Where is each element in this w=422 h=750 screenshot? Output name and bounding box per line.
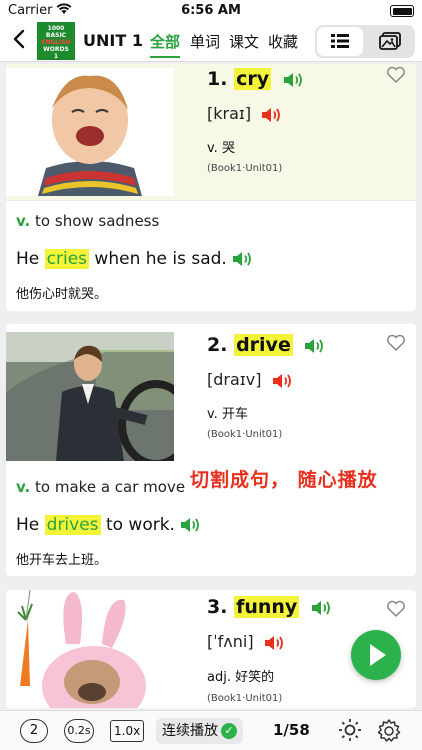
view-mode-switch: [315, 25, 415, 58]
settings-gear-icon[interactable]: [376, 718, 402, 750]
phonetic: [ˈfʌni]: [207, 632, 254, 651]
word-number: 2.: [207, 334, 228, 356]
book-reference: (Book1·Unit01): [207, 693, 283, 704]
logo-text-4: WORDS: [43, 46, 69, 53]
bottom-toolbar: 2 0.2s 1.0x 连续播放 ✓ 1/58: [0, 710, 422, 750]
speaker-icon[interactable]: [282, 71, 304, 89]
speaker-icon[interactable]: [271, 372, 293, 390]
headword: cry: [234, 68, 272, 90]
example-sentence[interactable]: He drives to work.: [16, 515, 201, 535]
nav-bar: 1000 BASIC ENGLISH WORDS 1 UNIT 1 全部 单词 …: [0, 22, 422, 62]
word-card[interactable]: 2. drive [draɪv] v. 开车 (Book1·Unit01) v.…: [6, 324, 416, 576]
sentence-part: when he is sad.: [89, 249, 227, 269]
speaker-icon[interactable]: [231, 250, 253, 268]
continuous-play-label: 连续播放: [162, 723, 218, 739]
checkmark-icon: ✓: [221, 723, 237, 739]
tab-favorites[interactable]: 收藏: [268, 31, 298, 52]
list-view-icon[interactable]: [317, 27, 363, 56]
definition-text: to make a car move: [35, 478, 186, 496]
dog-in-bunny-costume-image: [6, 590, 166, 708]
tab-texts[interactable]: 课文: [229, 31, 259, 52]
status-time: 6:56 AM: [181, 3, 241, 18]
speaker-icon[interactable]: [179, 516, 201, 534]
headword: drive: [234, 334, 293, 356]
headword: funny: [234, 596, 300, 618]
interval-button[interactable]: 0.2s: [64, 719, 94, 743]
status-bar: Carrier 6:56 AM: [0, 0, 422, 22]
continuous-play-toggle[interactable]: 连续播放 ✓: [156, 718, 243, 744]
tab-words[interactable]: 单词: [190, 31, 220, 52]
book-logo: 1000 BASIC ENGLISH WORDS 1: [37, 22, 75, 60]
part-of-speech-cn: v. 开车: [207, 407, 248, 422]
phonetic-line: [kraɪ]: [207, 104, 282, 124]
definition-pos: v.: [16, 478, 31, 496]
logo-text-3: ENGLISH: [41, 39, 71, 46]
example-sentence[interactable]: He cries when he is sad.: [16, 249, 253, 269]
sentence-translation: 他伤心时就哭。: [16, 287, 108, 302]
speaker-icon[interactable]: [260, 106, 282, 124]
definition-text: to show sadness: [35, 212, 160, 230]
phonetic: [kraɪ]: [207, 104, 252, 123]
logo-text-2: BASIC: [45, 32, 67, 39]
sentence-translation: 他开车去上班。: [16, 553, 108, 568]
speaker-icon[interactable]: [263, 634, 285, 652]
sentence-keyword: cries: [44, 249, 90, 269]
heart-icon[interactable]: [386, 600, 406, 618]
image-view-icon[interactable]: [367, 27, 413, 56]
sentence-part: He: [16, 249, 45, 269]
heart-icon[interactable]: [386, 66, 406, 84]
speaker-icon[interactable]: [303, 337, 325, 355]
crying-child-image: [6, 68, 174, 196]
word-title: 3. funny: [207, 596, 332, 618]
definition: v. to show sadness: [16, 212, 159, 230]
logo-text-5: 1: [53, 53, 59, 60]
word-card[interactable]: 1. cry [kraɪ] v. 哭 (Book1·Unit01) v. to …: [6, 64, 416, 311]
interval-value: 0.2s: [67, 724, 91, 737]
word-title: 2. drive: [207, 334, 325, 356]
play-button[interactable]: [351, 630, 401, 680]
phonetic-line: [ˈfʌni]: [207, 632, 285, 652]
heart-icon[interactable]: [386, 334, 406, 352]
battery-icon: [390, 5, 414, 17]
definition-pos: v.: [16, 212, 31, 230]
tab-all[interactable]: 全部: [150, 31, 181, 58]
repeat-count-button[interactable]: 2: [20, 719, 48, 743]
definition: v. to make a car move: [16, 478, 185, 496]
book-reference: (Book1·Unit01): [207, 163, 283, 174]
part-of-speech-cn: adj. 好笑的: [207, 670, 275, 685]
sentence-keyword: drives: [44, 515, 101, 535]
book-reference: (Book1·Unit01): [207, 429, 283, 440]
word-number: 1.: [207, 68, 228, 90]
speaker-icon[interactable]: [310, 599, 332, 617]
part-of-speech-cn: v. 哭: [207, 141, 235, 156]
phonetic: [draɪv]: [207, 370, 262, 389]
unit-title: UNIT 1: [83, 31, 143, 50]
man-driving-car-image: [6, 332, 174, 461]
logo-text-1: 1000: [47, 25, 65, 32]
word-number: 3.: [207, 596, 228, 618]
sentence-part: He: [16, 515, 45, 535]
page-indicator: 1/58: [273, 721, 310, 739]
word-title: 1. cry: [207, 68, 304, 90]
speed-button[interactable]: 1.0x: [110, 720, 145, 742]
speed-value: 1.0x: [114, 724, 141, 738]
repeat-count: 2: [29, 723, 39, 738]
phonetic-line: [draɪv]: [207, 370, 293, 390]
back-chevron-icon[interactable]: [12, 28, 26, 56]
sentence-part: to work.: [100, 515, 175, 535]
brightness-icon[interactable]: [338, 718, 362, 748]
divider: [6, 200, 416, 201]
promo-caption: 切割成句， 随心播放: [190, 469, 378, 491]
